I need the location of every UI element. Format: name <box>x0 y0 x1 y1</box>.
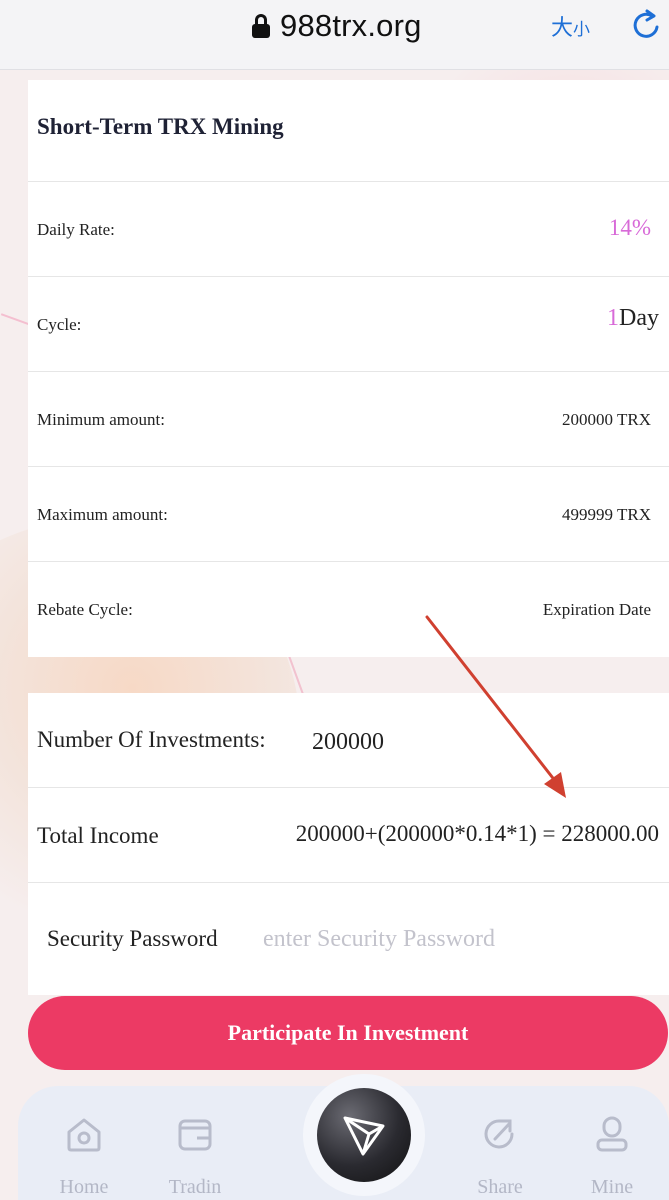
total-income-label: Total Income <box>37 823 159 848</box>
detail-row-minimum: Minimum amount: 200000 TRX <box>28 372 669 467</box>
detail-row-rebate-cycle: Rebate Cycle: Expiration Date <box>28 562 669 657</box>
detail-label: Minimum amount: <box>37 410 165 429</box>
nav-item-mine[interactable]: Mine <box>572 1114 652 1199</box>
cycle-number: 1 <box>607 305 620 331</box>
rebate-cycle-value: Expiration Date <box>542 600 651 619</box>
product-title-row: Short-Term TRX Mining <box>28 80 669 182</box>
share-icon <box>484 1119 514 1149</box>
security-password-input[interactable] <box>263 919 653 959</box>
bottom-nav: Home Tradin Share Mine <box>18 1074 669 1200</box>
maximum-amount-value: 499999 TRX <box>562 505 651 524</box>
detail-label: Maximum amount: <box>37 505 168 524</box>
investment-amount-value[interactable]: 200000 <box>312 729 384 756</box>
detail-label: Cycle: <box>37 315 82 334</box>
participate-button[interactable]: Participate In Investment <box>28 996 668 1070</box>
product-detail-card: Short-Term TRX Mining Daily Rate: 14% Cy… <box>28 80 669 657</box>
nav-item-trade[interactable]: Tradin <box>155 1114 235 1199</box>
text-size-button[interactable]: 大小 <box>551 10 590 42</box>
browser-url-bar: 988trx.org 大小 <box>0 0 669 70</box>
investment-amount-row: Number Of Investments: 200000 <box>28 693 669 788</box>
detail-row-cycle: Cycle: 1Day <box>28 277 669 372</box>
center-tron-button[interactable] <box>303 1074 425 1196</box>
lock-icon <box>252 14 270 38</box>
cycle-unit: Day <box>619 305 659 331</box>
nav-item-share[interactable]: Share <box>460 1114 540 1199</box>
url-text: 988trx.org <box>280 8 422 43</box>
wallet-icon <box>178 1119 212 1151</box>
text-size-big: 大 <box>551 16 574 41</box>
nav-label: Mine <box>590 1176 634 1198</box>
product-title: Short-Term TRX Mining <box>37 114 284 139</box>
security-password-label: Security Password <box>47 926 218 951</box>
user-icon <box>596 1116 628 1152</box>
investment-amount-label: Number Of Investments: <box>37 727 266 752</box>
address-display[interactable]: 988trx.org <box>252 6 422 46</box>
detail-label: Daily Rate: <box>37 220 115 239</box>
home-icon <box>67 1118 101 1152</box>
tron-logo-icon <box>343 1116 385 1156</box>
detail-label: Rebate Cycle: <box>37 600 133 619</box>
reload-icon[interactable] <box>630 8 664 42</box>
text-size-small: 小 <box>573 20 591 40</box>
investment-card: Number Of Investments: 200000 Total Inco… <box>28 693 669 995</box>
nav-item-home[interactable]: Home <box>44 1114 124 1199</box>
detail-row-maximum: Maximum amount: 499999 TRX <box>28 467 669 562</box>
nav-label: Share <box>477 1176 523 1198</box>
total-income-value: 200000+(200000*0.14*1) = 228000.00 <box>295 821 659 846</box>
nav-label: Tradin <box>168 1176 222 1198</box>
daily-rate-value: 14% <box>608 215 651 240</box>
cycle-value: 1Day <box>607 305 659 332</box>
detail-row-daily-rate: Daily Rate: 14% <box>28 182 669 277</box>
security-password-row: Security Password <box>28 883 669 995</box>
total-income-row: Total Income 200000+(200000*0.14*1) = 22… <box>28 788 669 883</box>
nav-label: Home <box>59 1176 109 1198</box>
minimum-amount-value: 200000 TRX <box>562 410 651 429</box>
